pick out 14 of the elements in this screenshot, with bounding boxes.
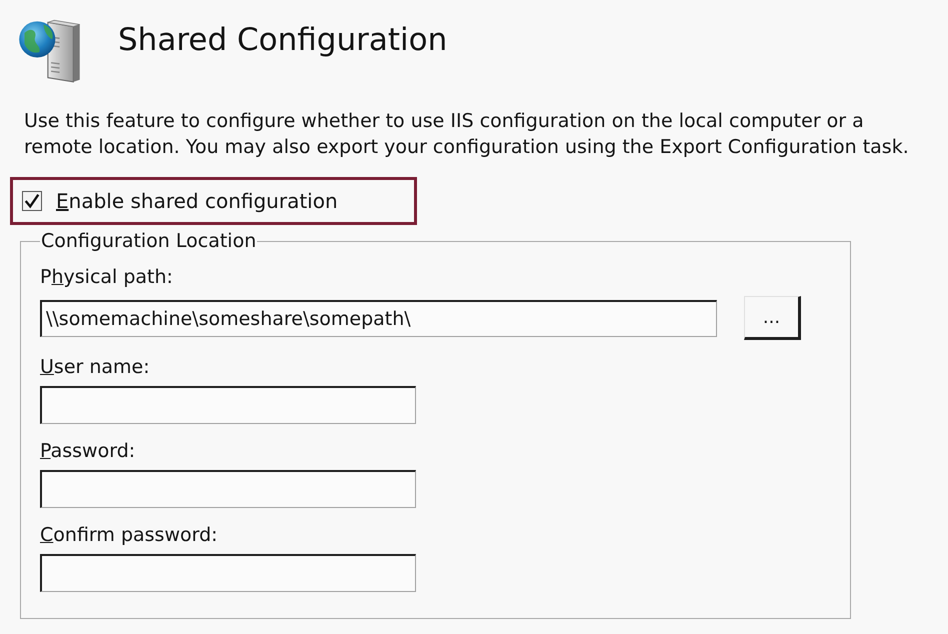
field-label: Password: <box>40 439 136 463</box>
password-field[interactable] <box>40 554 416 592</box>
field-label: Confirm password: <box>40 523 218 547</box>
group-legend: Configuration Location <box>40 229 258 253</box>
password-field[interactable] <box>40 470 416 508</box>
checkbox[interactable] <box>22 191 42 211</box>
path-field[interactable]: \\somemachine\someshare\somepath\ <box>40 300 717 336</box>
browse-button[interactable]: ... <box>744 296 801 340</box>
checkbox-label[interactable]: Enable shared configuration <box>56 188 338 214</box>
page-title: Shared Configuration <box>118 21 448 60</box>
user-name-field[interactable] <box>40 386 416 424</box>
description-text: Use this feature to configure whether to use IIS configuration on the local computer or a remote location. You may also export your configuration using the Export Configuration task. <box>24 109 910 160</box>
field-label: Physical path: <box>40 265 173 289</box>
field-label: User name: <box>40 355 150 379</box>
